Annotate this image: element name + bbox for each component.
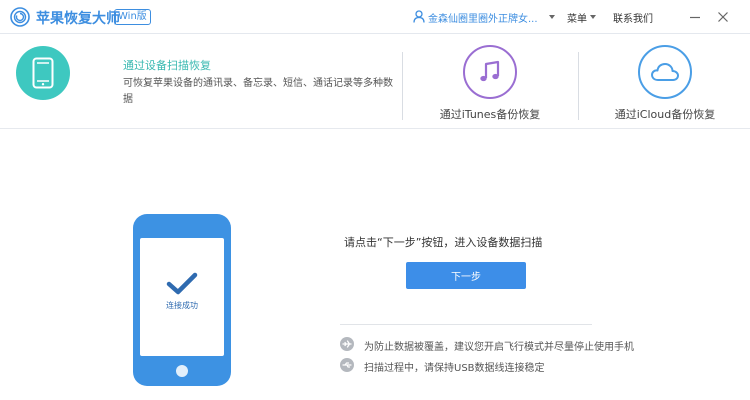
phone-screen: 连接成功 <box>140 238 224 356</box>
menu-button[interactable]: 菜单 <box>567 10 587 25</box>
mode-device-title: 通过设备扫描恢复 <box>123 59 211 72</box>
airplane-icon <box>340 337 354 351</box>
contact-us-link[interactable]: 联系我们 <box>613 10 653 25</box>
scan-instruction: 请点击“下一步”按钮，进入设备数据扫描 <box>344 236 543 249</box>
recovery-mode-bar: 通过设备扫描恢复 可恢复苹果设备的通讯录、备忘录、短信、通话记录等多种数据 通过… <box>0 35 750 129</box>
title-bar: 苹果恢复大师 Win版 金森仙圈里圈外正牌女... 菜单 联系我们 <box>0 0 750 34</box>
mode-device-description: 可恢复苹果设备的通讯录、备忘录、短信、通话记录等多种数据 <box>123 78 393 105</box>
next-step-button[interactable]: 下一步 <box>406 262 526 289</box>
app-name: 苹果恢复大师 <box>36 11 120 27</box>
mode-itunes-label: 通过iTunes备份恢复 <box>439 108 541 121</box>
mode-divider <box>402 52 403 120</box>
user-chevron-down-icon[interactable] <box>549 15 555 19</box>
edition-badge: Win版 <box>114 9 151 25</box>
minimize-button[interactable] <box>684 6 706 28</box>
cloud-icon <box>651 63 679 81</box>
phone-home-button <box>176 365 188 377</box>
tip-text: 扫描过程中，请保持USB数据线连接稳定 <box>364 363 545 374</box>
connection-status: 连接成功 <box>166 301 198 310</box>
usb-icon <box>340 358 354 372</box>
mode-divider <box>578 52 579 120</box>
user-name[interactable]: 金森仙圈里圈外正牌女... <box>428 10 546 25</box>
user-icon <box>413 10 425 23</box>
close-button[interactable] <box>712 6 734 28</box>
tip-text: 为防止数据被覆盖，建议您开启飞行模式并尽量停止使用手机 <box>364 342 634 353</box>
icloud-mode-badge <box>638 45 692 99</box>
phone-icon <box>32 57 54 89</box>
device-mode-badge <box>16 46 70 100</box>
mode-device-scan[interactable]: 通过设备扫描恢复 可恢复苹果设备的通讯录、备忘录、短信、通话记录等多种数据 <box>0 35 400 129</box>
phone-illustration: 连接成功 <box>133 214 231 386</box>
itunes-mode-badge <box>463 45 517 99</box>
mode-icloud-backup[interactable]: 通过iCloud备份恢复 <box>585 35 745 129</box>
tips-divider <box>340 324 592 325</box>
minimize-icon <box>690 16 700 19</box>
mode-icloud-label: 通过iCloud备份恢复 <box>614 108 716 121</box>
checkmark-icon <box>166 272 198 295</box>
app-window: 苹果恢复大师 Win版 金森仙圈里圈外正牌女... 菜单 联系我们 通过设备扫描… <box>0 0 750 400</box>
close-icon <box>718 12 728 22</box>
app-logo-icon <box>10 7 30 27</box>
menu-chevron-down-icon[interactable] <box>590 15 596 19</box>
mode-itunes-backup[interactable]: 通过iTunes备份恢复 <box>410 35 570 129</box>
music-note-icon <box>480 60 500 82</box>
